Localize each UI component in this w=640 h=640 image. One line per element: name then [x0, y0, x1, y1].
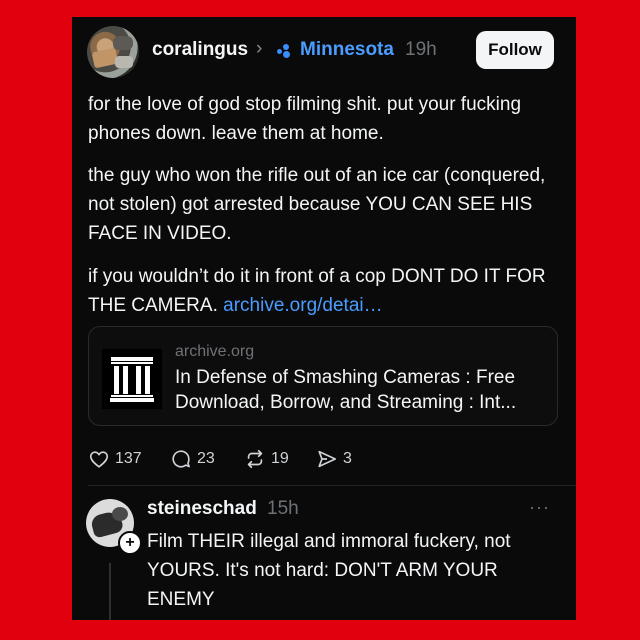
archive-logo-icon — [102, 349, 162, 409]
repost-icon — [247, 449, 263, 469]
comment-icon — [172, 450, 190, 468]
like-count: 137 — [115, 450, 142, 467]
post-paragraph-2: the guy who won the rifle out of an ice … — [88, 165, 546, 244]
repost-button[interactable]: 19 — [244, 447, 289, 471]
author-avatar[interactable] — [87, 26, 139, 78]
reply-timestamp: 15h — [267, 498, 299, 519]
comment-count: 23 — [197, 450, 215, 467]
thread-line — [109, 563, 111, 620]
link-preview-domain: archive.org — [175, 343, 255, 360]
like-button[interactable]: 137 — [88, 447, 142, 471]
repost-count: 19 — [271, 450, 289, 467]
community-icon — [277, 44, 295, 58]
post-paragraph-1: for the love of god stop filming shit. p… — [88, 94, 522, 144]
post-card: coralingus › Minnesota 19h Follow for th… — [72, 17, 576, 620]
post-timestamp: 19h — [405, 39, 437, 60]
link-preview-card[interactable]: archive.org In Defense of Smashing Camer… — [88, 326, 558, 426]
reply-text: Film THEIR illegal and immoral fuckery, … — [147, 531, 511, 610]
share-icon — [318, 450, 337, 468]
link-preview-title: In Defense of Smashing Cameras : Free Do… — [175, 367, 517, 413]
heart-icon — [89, 451, 109, 468]
share-button[interactable]: 3 — [316, 447, 352, 471]
community-link[interactable]: Minnesota — [300, 39, 394, 61]
reply-author-name[interactable]: steineschad — [147, 498, 257, 520]
post-link[interactable]: archive.org/detai… — [223, 295, 382, 316]
chevron-right-icon: › — [256, 38, 263, 59]
comment-button[interactable]: 23 — [170, 447, 215, 471]
author-name[interactable]: coralingus — [152, 39, 248, 61]
divider — [88, 485, 576, 486]
share-count: 3 — [343, 450, 352, 467]
action-bar: 137 23 19 3 — [88, 447, 388, 471]
more-icon[interactable]: ··· — [529, 497, 550, 518]
plus-icon[interactable]: + — [118, 531, 142, 555]
follow-button[interactable]: Follow — [476, 31, 554, 69]
post-paragraph-3: if you wouldn’t do it in front of a cop … — [88, 262, 558, 320]
